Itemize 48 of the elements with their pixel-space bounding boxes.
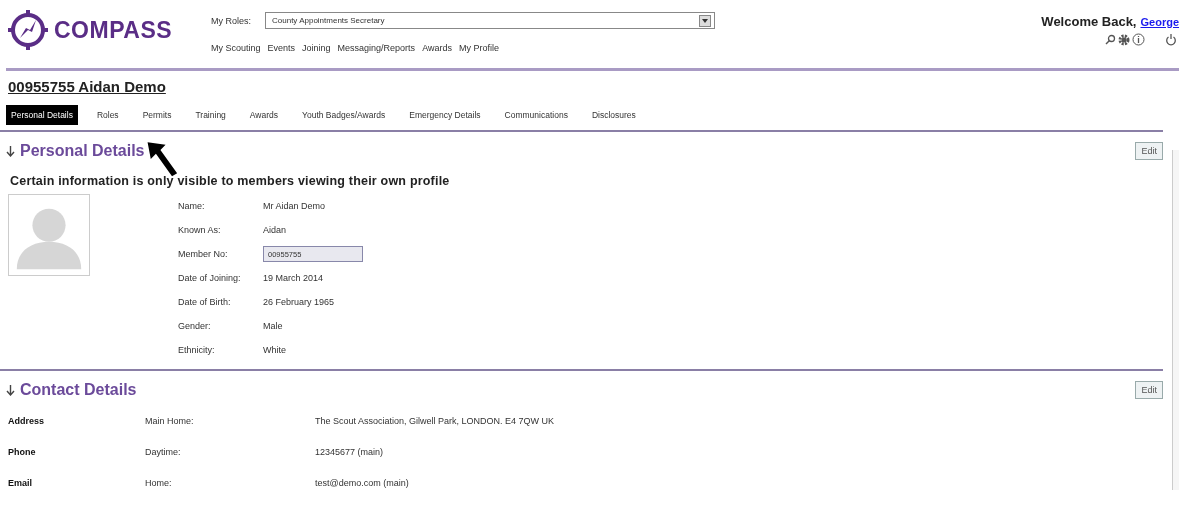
contact-type: Phone	[8, 445, 37, 459]
field-label: Member No:	[178, 248, 229, 261]
contact-type: Email	[8, 476, 33, 490]
field-label: Gender:	[178, 320, 212, 333]
nav-link[interactable]: Awards	[422, 43, 452, 53]
field-value: 19 March 2014	[263, 272, 325, 285]
edit-button[interactable]: Edit	[1135, 381, 1163, 399]
tab[interactable]: Communications	[499, 105, 573, 125]
nav-link[interactable]: My Scouting	[211, 43, 261, 53]
section-heading: Contact Details	[20, 381, 137, 399]
contact-value: 12345677 (main)	[315, 445, 385, 459]
user-link[interactable]: George	[1140, 16, 1179, 28]
contact-type: Address	[8, 414, 45, 428]
field-value: Aidan	[263, 224, 288, 237]
member-title: 00955755 Aidan Demo	[8, 78, 166, 95]
tab[interactable]: Emergency Details	[404, 105, 486, 125]
tab[interactable]: Youth Badges/Awards	[297, 105, 391, 125]
field-value: White	[263, 344, 287, 357]
welcome-text: Welcome Back,	[1041, 14, 1137, 29]
tab[interactable]: Disclosures	[586, 105, 641, 125]
tab[interactable]: Training	[190, 105, 231, 125]
nav-link[interactable]: My Profile	[459, 43, 499, 53]
tab[interactable]: Awards	[244, 105, 284, 125]
contact-value: test@demo.com (main)	[315, 476, 410, 490]
field-label: Date of Joining:	[178, 272, 242, 285]
field-label: Known As:	[178, 224, 222, 237]
nav-link[interactable]: Events	[267, 43, 296, 53]
roles-dropdown[interactable]: County Appointments Secretary	[265, 12, 715, 29]
tab[interactable]: Permits	[137, 105, 177, 125]
nav-link[interactable]: Joining	[302, 43, 331, 53]
tab[interactable]: Roles	[91, 105, 124, 125]
logo-text: COMPASS	[54, 16, 173, 44]
field-label: Date of Birth:	[178, 296, 232, 309]
tab[interactable]: Personal Details	[6, 105, 78, 125]
field-value: 26 February 1965	[263, 296, 336, 309]
contact-value: The Scout Association, Gilwell Park, LONDON. E4 7QW UK	[315, 414, 556, 428]
nav-link[interactable]: Messaging/Reports	[337, 43, 416, 53]
section-heading: Personal Details	[20, 142, 145, 160]
field-value: Male	[263, 320, 284, 333]
contact-label: Home:	[145, 476, 173, 490]
edit-button[interactable]: Edit	[1135, 142, 1163, 160]
contact-label: Main Home:	[145, 414, 195, 428]
roles-label: My Roles:	[211, 15, 251, 26]
field-label: Ethnicity:	[178, 344, 216, 357]
field-value: Mr Aidan Demo	[263, 200, 327, 213]
field-label: Name:	[178, 200, 206, 213]
contact-label: Daytime:	[145, 445, 182, 459]
notice-text: Certain information is only visible to members viewing their own profile	[10, 174, 451, 188]
